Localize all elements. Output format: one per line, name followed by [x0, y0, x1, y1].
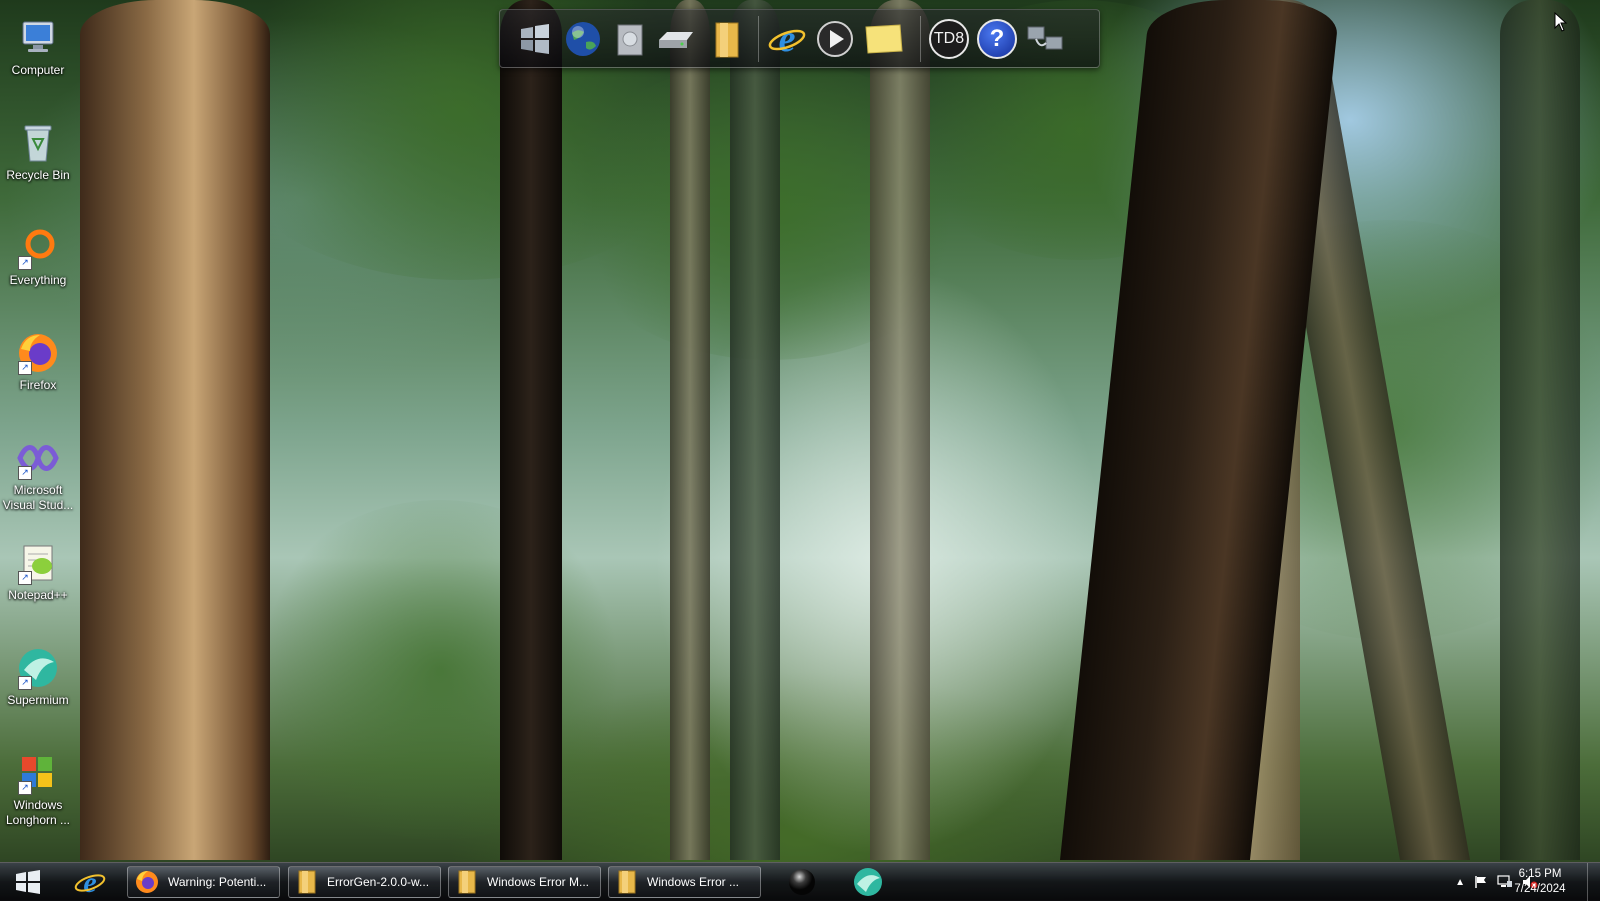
windows-longhorn-icon: ↗ [16, 751, 60, 795]
desktop-icon-label: Recycle Bin [6, 168, 70, 182]
taskbar-button-windows-error-m[interactable]: Windows Error M... [448, 866, 601, 898]
taskbar-button-label: Windows Error M... [487, 875, 590, 889]
desktop-icon-label: Supermium [7, 693, 69, 707]
svg-text:e: e [779, 19, 796, 59]
tree-trunk [870, 0, 930, 860]
media-player-icon[interactable] [814, 18, 856, 60]
desktop-icon-label: Microsoft Visual Stud... [2, 483, 74, 512]
taskbar-app-supermium[interactable] [850, 866, 886, 898]
show-hidden-icons-arrow[interactable]: ▲ [1455, 877, 1465, 888]
internet-explorer-icon[interactable]: e [766, 18, 808, 60]
desktop-icon-windows-longhorn[interactable]: ↗ Windows Longhorn ... [0, 745, 76, 828]
taskbar-app-sphere[interactable] [784, 866, 820, 898]
taskbar-button-label: Windows Error ... [647, 875, 740, 889]
start-button[interactable] [6, 866, 50, 898]
mouse-cursor-icon [1554, 11, 1568, 37]
desktop-icon-visual-studio[interactable]: ↗ Microsoft Visual Stud... [0, 430, 76, 513]
hard-drive-icon[interactable] [654, 18, 696, 60]
desktop-icon-notepad-plus-plus[interactable]: ↗ Notepad++ [0, 535, 76, 603]
help-icon[interactable]: ? [976, 18, 1018, 60]
everything-search-icon: ↗ [16, 226, 60, 270]
desktop-icon-label: Computer [11, 63, 65, 77]
desktop-icon-label: Notepad++ [8, 588, 68, 602]
disc-drive-icon[interactable] [610, 18, 652, 60]
sticky-note-icon[interactable] [862, 18, 904, 60]
dock-separator [758, 16, 759, 62]
windows-flag-icon[interactable] [514, 18, 556, 60]
folder-icon [618, 870, 636, 894]
td8-label: TD8 [929, 19, 969, 59]
supermium-icon: ↗ [16, 646, 60, 690]
windows-logo-icon [16, 870, 40, 894]
folder-icon[interactable] [706, 18, 748, 60]
computer-icon [16, 16, 60, 60]
supermium-icon [854, 868, 882, 896]
shortcut-arrow-icon: ↗ [18, 256, 32, 270]
tree-trunk [500, 0, 562, 860]
show-desktop-button[interactable] [1587, 863, 1600, 901]
folder-icon [298, 870, 316, 894]
desktop-icon-recycle-bin[interactable]: Recycle Bin [0, 115, 76, 183]
folder-icon [458, 870, 476, 894]
taskbar-button-firefox-warning[interactable]: Warning: Potenti... [127, 866, 280, 898]
taskbar-button-errorgen[interactable]: ErrorGen-2.0.0-w... [288, 866, 441, 898]
taskbar-button-label: Warning: Potenti... [168, 875, 267, 889]
firefox-icon [136, 871, 158, 893]
quick-launch-internet-explorer[interactable]: e [72, 866, 108, 898]
desktop-icon-label: Firefox [19, 378, 57, 392]
td8-icon[interactable]: TD8 [928, 18, 970, 60]
system-clock[interactable]: 6:15 PM 7/24/2024 [1500, 867, 1580, 897]
desktop-icon-everything[interactable]: ↗ Everything [0, 220, 76, 288]
help-label: ? [977, 19, 1017, 59]
shortcut-arrow-icon: ↗ [18, 676, 32, 690]
svg-text:e: e [83, 866, 96, 898]
tree-trunk [670, 0, 710, 860]
firefox-icon: ↗ [16, 331, 60, 375]
foliage [250, 500, 630, 840]
top-dock: e TD8 ? [499, 9, 1100, 68]
tree-trunk [730, 0, 780, 860]
shortcut-arrow-icon: ↗ [18, 361, 32, 375]
taskbar: e Warning: Potenti... ErrorGen-2.0.0-w..… [0, 862, 1600, 901]
notepad-plus-plus-icon: ↗ [16, 541, 60, 585]
desktop-icon-supermium[interactable]: ↗ Supermium [0, 640, 76, 708]
shortcut-arrow-icon: ↗ [18, 466, 32, 480]
action-center-flag-icon[interactable] [1474, 875, 1488, 889]
taskbar-button-label: ErrorGen-2.0.0-w... [327, 875, 430, 889]
desktop-icon-label: Everything [9, 273, 67, 287]
desktop-icon-computer[interactable]: Computer [0, 10, 76, 78]
recycle-bin-icon [16, 121, 60, 165]
taskbar-button-windows-error[interactable]: Windows Error ... [608, 866, 761, 898]
network-icon[interactable] [1024, 18, 1066, 60]
desktop-wallpaper [0, 0, 1600, 900]
dark-sphere-icon [789, 869, 815, 895]
desktop-icon-firefox[interactable]: ↗ Firefox [0, 325, 76, 393]
desktop-icon-label: Windows Longhorn ... [5, 798, 71, 827]
clock-date: 7/24/2024 [1514, 883, 1566, 895]
tree-trunk [1500, 0, 1580, 860]
internet-explorer-icon: e [74, 866, 106, 898]
clock-time: 6:15 PM [1518, 868, 1562, 880]
tree-trunk [80, 0, 270, 860]
globe-icon[interactable] [562, 18, 604, 60]
dock-separator [920, 16, 921, 62]
shortcut-arrow-icon: ↗ [18, 781, 32, 795]
shortcut-arrow-icon: ↗ [18, 571, 32, 585]
visual-studio-icon: ↗ [16, 436, 60, 480]
